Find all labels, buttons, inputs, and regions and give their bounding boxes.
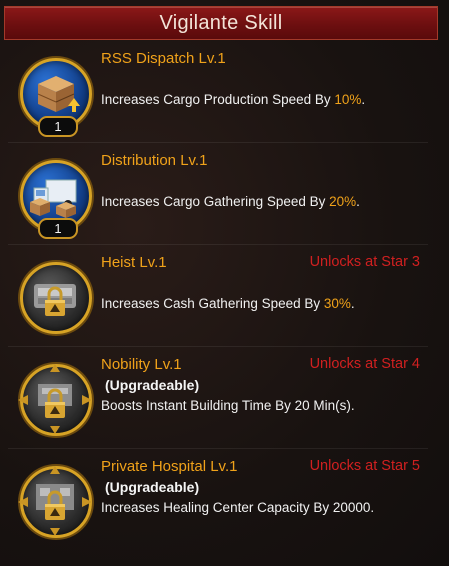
skill-title: Distribution Lv.1: [101, 152, 208, 169]
skill-row-private-hospital[interactable]: Private Hospital Lv.1 Unlocks at Star 5 …: [8, 450, 428, 550]
unlock-requirement: Unlocks at Star 3: [309, 254, 420, 270]
level-badge: 1: [38, 116, 78, 137]
locked-heist-icon: [34, 284, 76, 316]
skill-title: Nobility Lv.1: [101, 356, 182, 373]
skill-description: Boosts Instant Building Time By 20 Min(s…: [101, 398, 355, 413]
skill-badge[interactable]: [16, 360, 94, 438]
skill-description: Increases Healing Center Capacity By 200…: [101, 500, 375, 515]
skill-row-nobility[interactable]: Nobility Lv.1 Unlocks at Star 4 (Upgrade…: [8, 348, 428, 449]
skill-description: Increases Cargo Gathering Speed By 20%.: [101, 194, 360, 209]
vigilante-skill-panel: Vigilante Skill 1 RSS Dispatch Lv.1 Incr…: [0, 0, 449, 566]
panel-header: Vigilante Skill: [4, 6, 438, 40]
skill-description: Increases Cargo Production Speed By 10%.: [101, 92, 366, 107]
skill-badge[interactable]: [16, 462, 94, 540]
skill-row-rss-dispatch[interactable]: 1 RSS Dispatch Lv.1 Increases Cargo Prod…: [8, 42, 428, 143]
skill-badge[interactable]: [16, 258, 94, 336]
skill-description: Increases Cash Gathering Speed By 30%.: [101, 296, 355, 311]
locked-nobility-icon: [18, 364, 92, 434]
skill-title: RSS Dispatch Lv.1: [101, 50, 226, 67]
upgradeable-label: (Upgradeable): [105, 377, 200, 393]
upgradeable-label: (Upgradeable): [105, 479, 200, 495]
skill-row-heist[interactable]: Heist Lv.1 Unlocks at Star 3 Increases C…: [8, 246, 428, 347]
unlock-requirement: Unlocks at Star 4: [309, 356, 420, 372]
skill-title: Heist Lv.1: [101, 254, 167, 271]
locked-hospital-icon: [18, 466, 92, 536]
panel-title: Vigilante Skill: [159, 11, 283, 34]
level-badge: 1: [38, 218, 78, 239]
skill-badge[interactable]: 1: [16, 54, 94, 137]
skill-title: Private Hospital Lv.1: [101, 458, 238, 475]
skill-badge[interactable]: 1: [16, 156, 94, 239]
skill-row-distribution[interactable]: 1 Distribution Lv.1 Increases Cargo Gath…: [8, 144, 428, 245]
unlock-requirement: Unlocks at Star 5: [309, 458, 420, 474]
